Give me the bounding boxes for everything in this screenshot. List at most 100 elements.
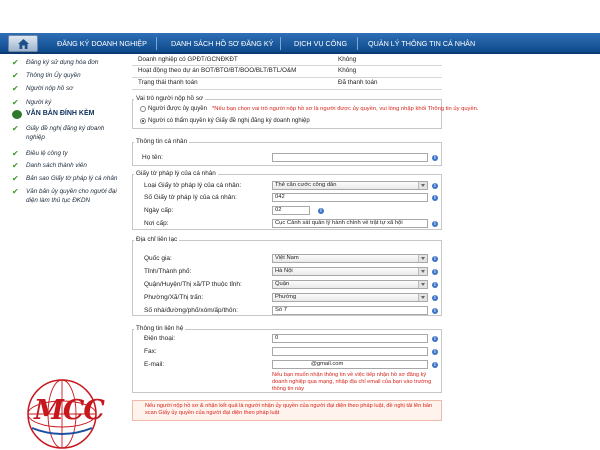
info-icon[interactable]: i	[432, 349, 438, 355]
info-icon[interactable]: i	[432, 295, 438, 301]
sidebar-item-danh-sach-thanh-vien[interactable]: ✔ Danh sách thành viên	[8, 161, 124, 170]
province-value: Hà Nội	[275, 268, 293, 274]
check-icon: ✔	[12, 98, 19, 107]
nav-separator	[156, 37, 157, 50]
role-fieldset	[132, 99, 442, 129]
info-icon[interactable]: i	[432, 282, 438, 288]
ward-label: Phường/Xã/Thị trấn:	[144, 294, 204, 301]
check-icon: ✔	[12, 58, 19, 67]
sidebar-item-van-ban-uy-quyen[interactable]: ✔ Văn bản ủy quyền cho người đại diện là…	[8, 187, 124, 205]
info-icon[interactable]: i	[432, 155, 438, 161]
country-select[interactable]: Việt Nam	[272, 254, 428, 263]
sidebar-item-label: Đăng ký sử dụng hóa đơn	[26, 59, 99, 66]
check-icon: ✔	[12, 174, 19, 183]
chevron-down-icon	[418, 255, 427, 262]
home-icon	[18, 39, 29, 49]
email-note: Nếu bạn muốn nhận thông tin về việc tiếp…	[272, 372, 432, 392]
nav-dich-vu-cong[interactable]: DỊCH VỤ CÔNG	[294, 33, 347, 54]
id-number-label: Số Giấy tờ pháp lý của cá nhân:	[144, 194, 237, 201]
check-icon: ✔	[12, 187, 19, 196]
sidebar-item-label: Văn bản ủy quyền cho người đại diện làm …	[26, 188, 117, 204]
info-icon[interactable]: i	[432, 221, 438, 227]
sidebar-item-nguoi-ky[interactable]: ✔ Người ký	[8, 98, 124, 107]
id-place-input[interactable]: Cục Cảnh sát quản lý hành chính về trật …	[272, 219, 428, 228]
radio-nguoi-duoc-uy-quyen[interactable]	[140, 106, 146, 112]
district-label: Quận/Huyện/Thị xã/TP thuộc tỉnh:	[144, 281, 242, 288]
nav-separator	[357, 37, 358, 50]
name-input[interactable]	[272, 153, 428, 162]
id-type-select[interactable]: Thẻ căn cước công dân	[272, 181, 428, 190]
id-number-input[interactable]: 042	[272, 193, 428, 202]
home-button[interactable]	[8, 35, 38, 52]
district-value: Quận	[275, 281, 290, 287]
ward-value: Phường	[275, 294, 297, 300]
chevron-down-icon	[418, 294, 427, 301]
info-icon[interactable]: i	[432, 195, 438, 201]
nav-danh-sach-ho-so[interactable]: DANH SÁCH HỒ SƠ ĐĂNG KÝ	[171, 33, 273, 54]
check-icon: ✔	[12, 161, 19, 170]
role-warning: *Nếu bạn chọn vai trò người nộp hồ sơ là…	[212, 106, 479, 112]
top-navigation-bar: ĐĂNG KÝ DOANH NGHIỆP DANH SÁCH HỒ SƠ ĐĂN…	[0, 33, 600, 54]
fax-label: Fax:	[144, 348, 157, 355]
info-icon[interactable]: i	[432, 308, 438, 314]
radio-nguoi-co-tham-quyen[interactable]	[140, 118, 146, 124]
chevron-down-icon	[418, 281, 427, 288]
attachment-icon	[12, 110, 22, 119]
row-value: Đã thanh toán	[338, 79, 378, 86]
address-legend: Địa chỉ liên lạc	[134, 236, 180, 243]
sidebar-active-label: VĂN BẢN ĐÍNH KÈM	[26, 110, 95, 117]
id-date-label: Ngày cấp:	[144, 207, 174, 214]
role-legend: Vai trò người nộp hồ sơ	[134, 95, 206, 102]
info-icon[interactable]: i	[432, 256, 438, 262]
street-input[interactable]: Số 7	[272, 306, 428, 315]
nav-quan-ly-thong-tin[interactable]: QUẢN LÝ THÔNG TIN CÁ NHÂN	[368, 33, 475, 54]
info-icon[interactable]: i	[432, 269, 438, 275]
personal-legend: Thông tin cá nhân	[134, 138, 190, 145]
phone-input[interactable]: 0	[272, 334, 428, 343]
sidebar-item-nguoi-nop[interactable]: ✔ Người nộp hồ sơ	[8, 84, 124, 93]
row-value: Không	[338, 67, 357, 74]
info-icon[interactable]: i	[432, 362, 438, 368]
nav-separator	[280, 37, 281, 50]
row-label: Doanh nghiệp có GPĐT/GCNĐKĐT	[138, 56, 238, 63]
country-value: Việt Nam	[275, 255, 299, 261]
id-doc-legend: Giấy tờ pháp lý của cá nhân	[134, 170, 218, 177]
check-icon: ✔	[12, 71, 19, 80]
ward-select[interactable]: Phường	[272, 293, 428, 302]
nav-dang-ky-doanh-nghiep[interactable]: ĐĂNG KÝ DOANH NGHIỆP	[57, 33, 147, 54]
street-label: Số nhà/đường/phố/xóm/ấp/thôn:	[144, 307, 238, 314]
sidebar-item-hoa-don[interactable]: ✔ Đăng ký sử dụng hóa đơn	[8, 58, 124, 67]
bottom-note-text: Nếu người nộp hồ sơ & nhận kết quả là ng…	[145, 403, 433, 416]
sidebar-item-label: Người ký	[26, 99, 52, 106]
sidebar-item-van-ban-dinh-kem[interactable]: VĂN BẢN ĐÍNH KÈM	[8, 110, 128, 120]
address-fieldset	[132, 240, 442, 316]
check-icon: ✔	[12, 149, 19, 158]
email-input[interactable]: @gmail.com	[272, 360, 428, 369]
divider	[132, 89, 442, 90]
row-label: Hoạt động theo dự án BOT/BTO/BT/BOO/BLT/…	[138, 67, 297, 74]
radio-label: Người được ủy quyền	[148, 106, 207, 112]
divider	[132, 77, 442, 78]
province-select[interactable]: Hà Nội	[272, 267, 428, 276]
chevron-down-icon	[418, 268, 427, 275]
sidebar-item-label: Người nộp hồ sơ	[26, 85, 73, 92]
info-icon[interactable]: i	[432, 183, 438, 189]
district-select[interactable]: Quận	[272, 280, 428, 289]
fax-input[interactable]	[272, 347, 428, 356]
sidebar-item-label: Bản sao Giấy tờ pháp lý cá nhân	[26, 175, 118, 182]
check-icon: ✔	[12, 84, 19, 93]
info-icon[interactable]: i	[318, 208, 324, 214]
sidebar-item-dieu-le[interactable]: ✔ Điều lệ công ty	[8, 149, 124, 158]
row-value: Không	[338, 56, 357, 63]
row-label: Trạng thái thanh toán	[138, 79, 198, 86]
sidebar-item-giay-de-nghi[interactable]: ✔ Giấy đề nghị đăng ký doanh nghiệp	[8, 124, 124, 142]
divider	[132, 65, 442, 66]
sidebar-item-uy-quyen[interactable]: ✔ Thông tin Ủy quyền	[8, 71, 124, 80]
province-label: Tỉnh/Thành phố:	[144, 268, 192, 275]
mcc-logo: MCC	[18, 378, 106, 450]
sidebar-item-ban-sao-giay-to[interactable]: ✔ Bản sao Giấy tờ pháp lý cá nhân	[8, 174, 124, 183]
id-date-input[interactable]: 02	[272, 206, 310, 215]
country-label: Quốc gia:	[144, 255, 172, 262]
email-label: E-mail:	[144, 361, 165, 368]
info-icon[interactable]: i	[432, 336, 438, 342]
